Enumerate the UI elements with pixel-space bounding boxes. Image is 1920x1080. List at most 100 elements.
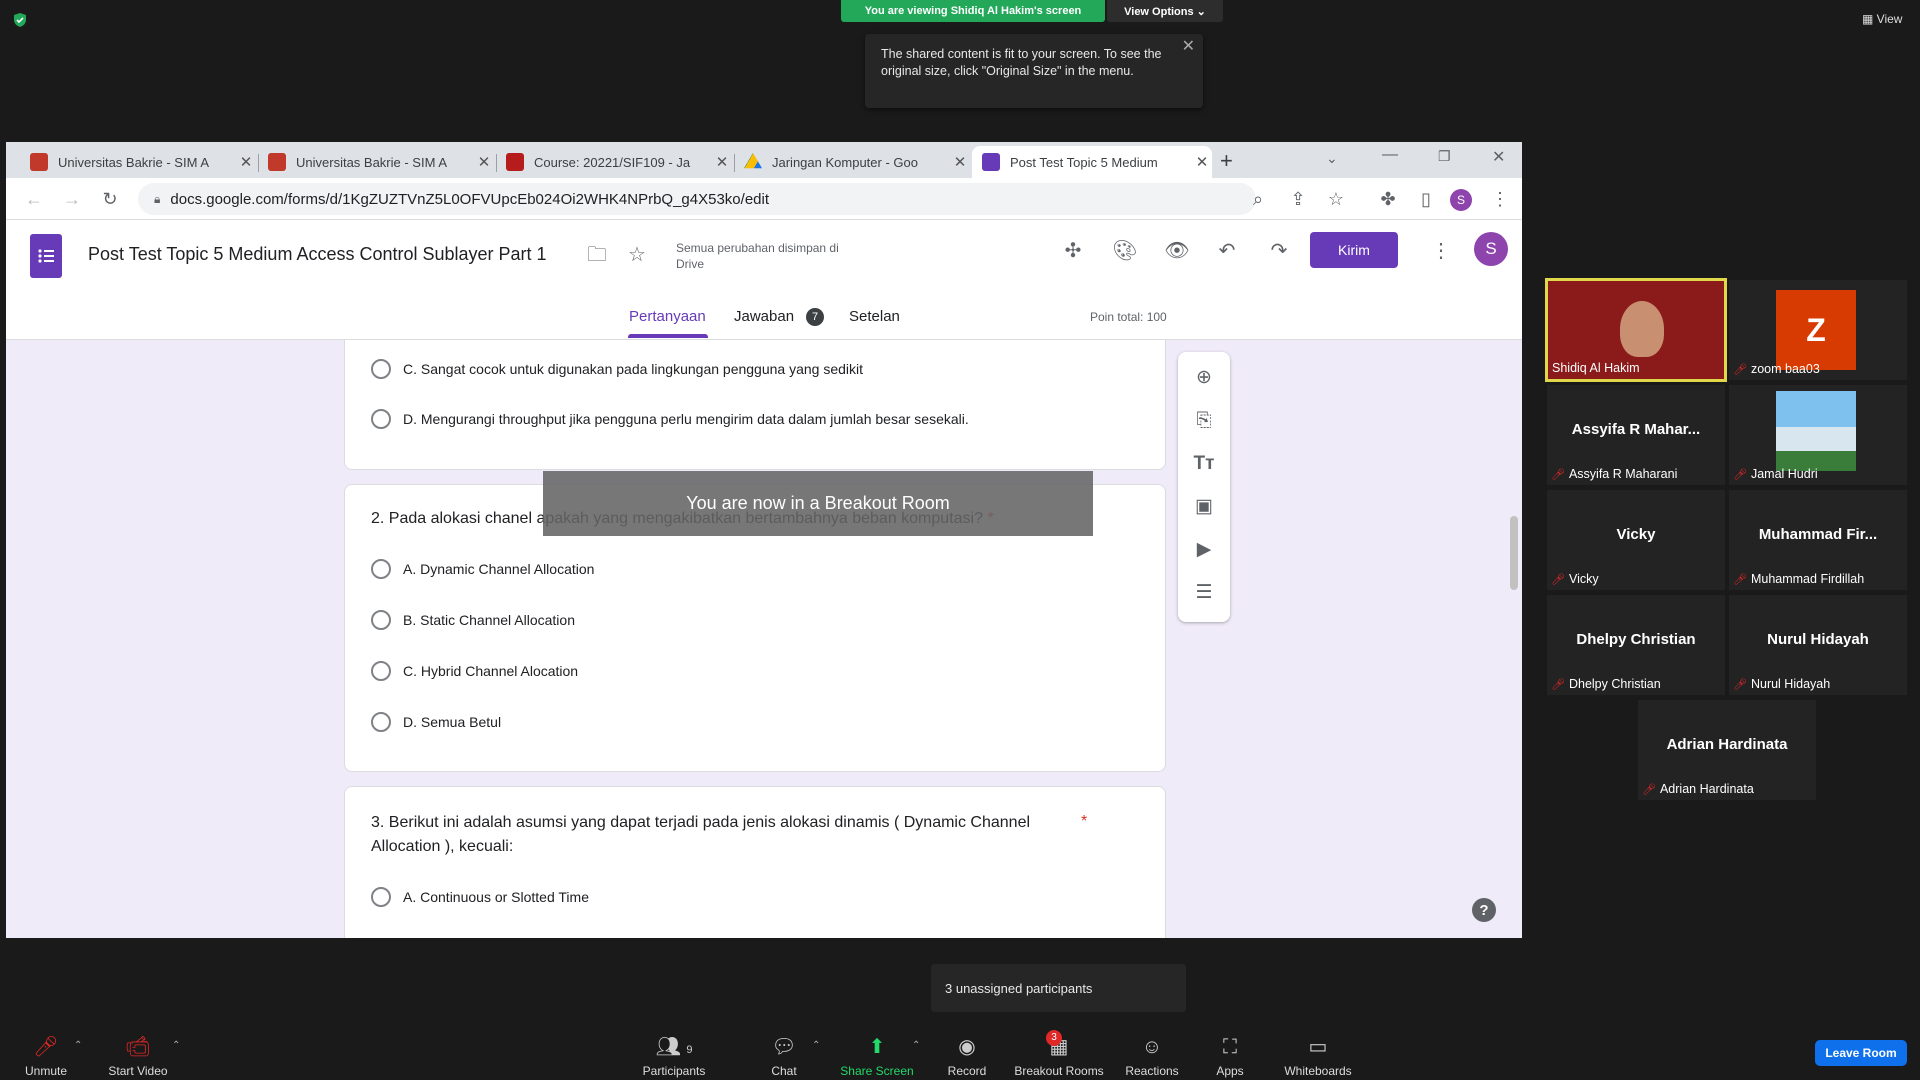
close-window-icon[interactable]: ✕ <box>1492 147 1505 167</box>
side-panel-icon[interactable]: ▯ <box>1414 187 1438 211</box>
start-video-button[interactable]: 📹︎ Start Video <box>106 1034 170 1078</box>
share-screen-button[interactable]: ⬆ Share Screen <box>840 1034 914 1078</box>
restore-icon[interactable]: ❐ <box>1438 148 1451 165</box>
add-section-icon[interactable]: ☰ <box>1190 579 1218 607</box>
close-tab-icon[interactable]: ✕ <box>712 153 732 171</box>
mic-muted-icon: 🎤︎ <box>1551 678 1565 691</box>
tab-responses[interactable]: Jawaban <box>734 308 794 325</box>
bookmark-star-icon[interactable]: ☆ <box>1324 187 1348 211</box>
participant-tile[interactable]: Dhelpy Christian 🎤︎ Dhelpy Christian <box>1547 595 1725 695</box>
browser-tab-active[interactable]: Post Test Topic 5 Medium ✕ <box>972 146 1212 178</box>
scroll-thumb[interactable] <box>1510 516 1518 590</box>
participants-button[interactable]: 👥︎ 9 Participants <box>640 1034 708 1078</box>
close-tab-icon[interactable]: ✕ <box>950 153 970 171</box>
move-to-folder-icon[interactable]: 🗀︎ <box>584 242 610 268</box>
radio-button[interactable] <box>371 559 391 579</box>
browser-tab[interactable]: Course: 20221/SIF109 - Ja ✕ <box>496 146 732 178</box>
close-tab-icon[interactable]: ✕ <box>236 153 256 171</box>
redo-icon[interactable]: ↷ <box>1266 238 1292 264</box>
star-icon[interactable]: ☆ <box>624 242 650 268</box>
import-questions-icon[interactable]: ⎘ <box>1190 407 1218 435</box>
add-image-icon[interactable]: ▣ <box>1190 493 1218 521</box>
browser-tab[interactable]: Universitas Bakrie - SIM A ✕ <box>258 146 494 178</box>
add-title-icon[interactable]: Tт <box>1190 450 1218 478</box>
leave-room-button[interactable]: Leave Room <box>1815 1040 1907 1066</box>
close-tab-icon[interactable]: ✕ <box>1192 153 1212 171</box>
participant-tile[interactable]: Assyifa R Mahar... 🎤︎ Assyifa R Maharani <box>1547 385 1725 485</box>
apps-button[interactable]: ⛶ Apps <box>1210 1034 1250 1078</box>
help-icon[interactable]: ? <box>1472 898 1496 922</box>
audio-caret-icon[interactable]: ⌃ <box>74 1040 82 1051</box>
option-row[interactable]: B. Static Channel Allocation <box>371 610 575 630</box>
browser-tab[interactable]: Jaringan Komputer - Goo ✕ <box>734 146 970 178</box>
participant-tile[interactable]: 🎤︎ Jamal Hudri <box>1729 385 1907 485</box>
share-icon[interactable]: ⇪ <box>1286 187 1310 211</box>
chrome-menu-icon[interactable]: ⋮ <box>1488 187 1512 211</box>
video-caret-icon[interactable]: ⌃ <box>172 1040 180 1051</box>
send-button[interactable]: Kirim <box>1310 232 1398 268</box>
radio-button[interactable] <box>371 409 391 429</box>
participant-tile[interactable]: Nurul Hidayah 🎤︎ Nurul Hidayah <box>1729 595 1907 695</box>
addons-icon[interactable]: ✣ <box>1060 238 1086 264</box>
radio-button[interactable] <box>371 359 391 379</box>
question-text[interactable]: 3. Berikut ini adalah asumsi yang dapat … <box>371 811 1071 859</box>
participant-tile[interactable]: Adrian Hardinata 🎤︎ Adrian Hardinata <box>1638 700 1816 800</box>
extensions-icon[interactable]: ✤ <box>1376 187 1400 211</box>
radio-button[interactable] <box>371 610 391 630</box>
scrollbar[interactable] <box>1506 348 1522 938</box>
add-question-icon[interactable]: ⊕ <box>1190 364 1218 392</box>
google-forms-logo-icon[interactable] <box>30 234 62 278</box>
option-row[interactable]: C. Sangat cocok untuk digunakan pada lin… <box>371 359 863 379</box>
unmute-button[interactable]: 🎤︎ Unmute <box>20 1034 72 1078</box>
zoom-icon[interactable]: ⌕ <box>1246 187 1270 211</box>
form-title[interactable]: Post Test Topic 5 Medium Access Control … <box>88 244 547 265</box>
option-row[interactable]: D. Mengurangi throughput jika pengguna p… <box>371 409 969 429</box>
profile-avatar[interactable]: S <box>1450 189 1472 211</box>
chat-caret-icon[interactable]: ⌃ <box>812 1040 820 1051</box>
option-row[interactable]: A. Continuous or Slotted Time <box>371 887 589 907</box>
reactions-button[interactable]: ☺ Reactions <box>1124 1034 1180 1078</box>
record-button[interactable]: ◉ Record <box>944 1034 990 1078</box>
tab-search-icon[interactable]: ⌄ <box>1326 150 1338 167</box>
undo-icon[interactable]: ↶ <box>1214 238 1240 264</box>
participant-tile[interactable]: Vicky 🎤︎ Vicky <box>1547 490 1725 590</box>
unassigned-participants-popup[interactable]: 3 unassigned participants <box>931 964 1186 1012</box>
new-tab-icon[interactable]: + <box>1220 148 1233 174</box>
view-options-button[interactable]: View Options ⌄ <box>1107 0 1223 22</box>
view-button[interactable]: ▦ View <box>1862 12 1902 26</box>
question-card-1[interactable]: C. Sangat cocok untuk digunakan pada lin… <box>344 340 1166 470</box>
browser-tab[interactable]: Universitas Bakrie - SIM A ✕ <box>20 146 256 178</box>
whiteboard-icon: ▭ <box>1308 1036 1328 1058</box>
theme-palette-icon[interactable]: 🎨︎ <box>1112 238 1138 264</box>
radio-button[interactable] <box>371 712 391 732</box>
option-row[interactable]: C. Hybrid Channel Alocation <box>371 661 578 681</box>
participant-tile-video[interactable]: Shidiq Al Hakim <box>1545 278 1727 382</box>
account-avatar[interactable]: S <box>1474 232 1508 266</box>
minimize-icon[interactable]: — <box>1382 146 1398 164</box>
reload-icon[interactable]: ↻ <box>98 187 122 211</box>
tab-questions[interactable]: Pertanyaan <box>629 308 706 325</box>
add-video-icon[interactable]: ▶ <box>1190 536 1218 564</box>
forward-icon[interactable]: → <box>60 187 84 211</box>
chat-button[interactable]: 💬︎ Chat <box>760 1034 808 1078</box>
participant-tile[interactable]: Z 🎤︎ zoom baa03 <box>1729 280 1907 380</box>
question-card-3[interactable]: 3. Berikut ini adalah asumsi yang dapat … <box>344 786 1166 938</box>
security-shield-icon[interactable] <box>12 12 28 28</box>
close-icon[interactable]: ✕ <box>1182 38 1195 55</box>
radio-button[interactable] <box>371 887 391 907</box>
close-tab-icon[interactable]: ✕ <box>474 153 494 171</box>
breakout-rooms-button[interactable]: ▦ 3 Breakout Rooms <box>1014 1030 1104 1078</box>
tab-settings[interactable]: Setelan <box>849 308 900 325</box>
radio-button[interactable] <box>371 661 391 681</box>
back-icon[interactable]: ← <box>22 187 46 211</box>
participant-tile[interactable]: Muhammad Fir... 🎤︎ Muhammad Firdillah <box>1729 490 1907 590</box>
whiteboards-button[interactable]: ▭ Whiteboards <box>1284 1034 1352 1078</box>
option-row[interactable]: A. Dynamic Channel Allocation <box>371 559 594 579</box>
url-omnibox[interactable]: 🔒︎ docs.google.com/forms/d/1KgZUZTVnZ5L0… <box>138 183 1256 215</box>
reactions-icon: ☺ <box>1141 1036 1163 1058</box>
more-vert-icon[interactable]: ⋮ <box>1428 238 1454 264</box>
apps-icon: ⛶ <box>1223 1036 1237 1058</box>
preview-eye-icon[interactable]: 👁︎ <box>1164 238 1190 264</box>
option-row[interactable]: D. Semua Betul <box>371 712 501 732</box>
share-caret-icon[interactable]: ⌃ <box>912 1040 920 1051</box>
